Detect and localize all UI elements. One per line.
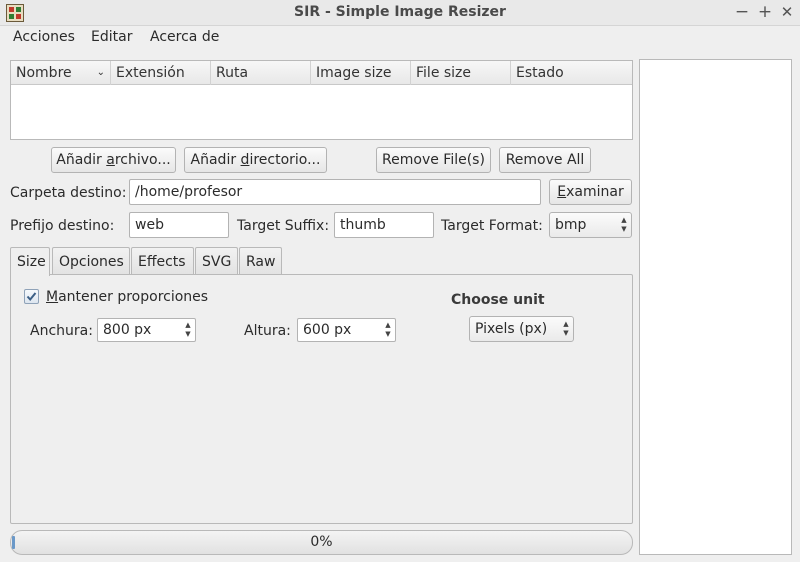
suffix-input[interactable]: thumb	[334, 212, 434, 238]
tab-svg[interactable]: SVG	[195, 247, 238, 275]
unit-select-value: Pixels (px)	[475, 321, 548, 337]
tab-opciones[interactable]: Opciones	[52, 247, 130, 275]
column-label: Nombre	[16, 65, 72, 81]
updown-arrows-icon: ▲ ▼	[563, 320, 569, 337]
progress-text: 0%	[310, 534, 333, 550]
spin-arrows-icon[interactable]: ▲ ▼	[184, 321, 192, 339]
file-table[interactable]: Nombre ⌄ Extensión Ruta Image size File …	[10, 60, 633, 140]
column-header-extension[interactable]: Extensión	[111, 61, 211, 85]
column-header-ruta[interactable]: Ruta	[211, 61, 311, 85]
width-label: Anchura:	[30, 323, 93, 339]
checkmark-icon	[26, 292, 37, 302]
format-select-value: bmp	[555, 217, 587, 233]
tab-effects[interactable]: Effects	[131, 247, 194, 275]
prefix-label: Prefijo destino:	[10, 218, 115, 234]
width-spinbox[interactable]: 800 px ▲ ▼	[97, 318, 196, 342]
unit-select[interactable]: Pixels (px) ▲ ▼	[469, 316, 574, 342]
spin-arrows-icon[interactable]: ▲ ▼	[384, 321, 392, 339]
tab-size[interactable]: Size	[10, 247, 50, 276]
close-icon[interactable]: ✕	[778, 3, 796, 21]
height-value: 600 px	[303, 322, 352, 338]
destination-label: Carpeta destino:	[10, 185, 127, 201]
keep-ratio-checkbox[interactable]	[24, 289, 39, 304]
unit-heading: Choose unit	[451, 292, 545, 308]
table-header: Nombre ⌄ Extensión Ruta Image size File …	[11, 61, 632, 85]
window-title: SIR - Simple Image Resizer	[294, 4, 506, 20]
height-spinbox[interactable]: 600 px ▲ ▼	[297, 318, 396, 342]
column-header-image-size[interactable]: Image size	[311, 61, 411, 85]
tab-raw[interactable]: Raw	[239, 247, 282, 275]
remove-files-button[interactable]: Remove File(s)	[376, 147, 491, 173]
format-select[interactable]: bmp ▲ ▼	[549, 212, 632, 238]
browse-button[interactable]: Examinar	[549, 179, 632, 205]
column-header-estado[interactable]: Estado	[511, 61, 632, 85]
menu-acerca-de[interactable]: Acerca de	[150, 29, 219, 45]
height-label: Altura:	[244, 323, 291, 339]
menu-acciones[interactable]: Acciones	[13, 29, 75, 45]
preview-panel	[639, 59, 792, 555]
format-label: Target Format:	[441, 218, 543, 234]
size-tab-panel	[10, 274, 633, 524]
prefix-input[interactable]: web	[129, 212, 229, 238]
column-header-nombre[interactable]: Nombre ⌄	[11, 61, 111, 85]
remove-all-button[interactable]: Remove All	[499, 147, 591, 173]
progress-bar: 0%	[10, 530, 633, 555]
add-directory-button[interactable]: Añadir directorio...	[184, 147, 327, 173]
add-file-button[interactable]: Añadir archivo...	[51, 147, 176, 173]
destination-input[interactable]: /home/profesor	[129, 179, 541, 205]
width-value: 800 px	[103, 322, 152, 338]
menu-editar[interactable]: Editar	[91, 29, 132, 45]
maximize-icon[interactable]: +	[756, 3, 774, 21]
sort-chevron-icon: ⌄	[96, 67, 105, 78]
column-header-file-size[interactable]: File size	[411, 61, 511, 85]
minimize-icon[interactable]: −	[733, 3, 751, 21]
suffix-label: Target Suffix:	[237, 218, 330, 234]
keep-ratio-label[interactable]: Mantener proporciones	[46, 289, 208, 305]
updown-arrows-icon: ▲ ▼	[621, 216, 627, 233]
